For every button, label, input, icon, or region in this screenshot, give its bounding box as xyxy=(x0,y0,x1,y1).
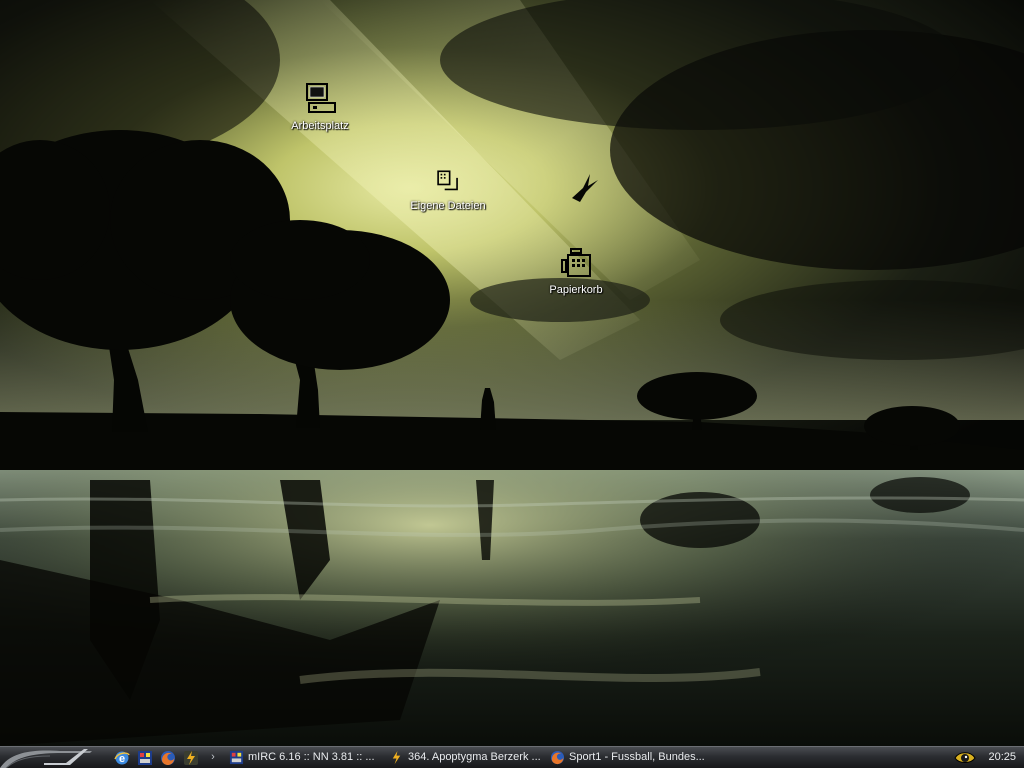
desktop[interactable]: Arbeitsplatz Eigene Dateien Papierkorb xyxy=(0,0,1024,746)
my-computer-icon xyxy=(306,83,336,113)
desktop-icon-eigene-dateien[interactable]: Eigene Dateien xyxy=(405,168,491,214)
mirc-icon xyxy=(229,750,244,765)
desktop-icon-papierkorb[interactable]: Papierkorb xyxy=(533,246,619,298)
clock[interactable]: 20:25 xyxy=(988,747,1016,768)
task-button-winamp[interactable]: 364. Apoptygma Berzerk ... xyxy=(386,748,546,767)
system-tray: 20:25 xyxy=(946,747,1024,768)
winamp-icon[interactable] xyxy=(183,750,199,766)
desktop-icon-arbeitsplatz[interactable]: Arbeitsplatz xyxy=(277,82,363,134)
desktop-icon-label: Papierkorb xyxy=(549,284,603,296)
my-documents-icon xyxy=(437,170,458,191)
task-button-firefox[interactable]: Sport1 - Fussball, Bundes... xyxy=(547,748,709,767)
task-button-label: mIRC 6.16 :: NN 3.81 :: ... xyxy=(248,751,375,763)
start-button[interactable] xyxy=(0,747,100,768)
firefox-icon xyxy=(550,750,565,765)
recycle-bin-icon xyxy=(561,248,591,277)
desktop-icon-label: Arbeitsplatz xyxy=(291,120,349,132)
wallpaper xyxy=(0,0,1024,746)
quick-launch-more-chevron[interactable]: › xyxy=(208,749,218,765)
taskbar: e › mIRC 6.16 :: NN 3.81 :: ... 364. Apo… xyxy=(0,746,1024,768)
task-button-label: Sport1 - Fussball, Bundes... xyxy=(569,751,705,763)
task-button-mirc[interactable]: mIRC 6.16 :: NN 3.81 :: ... xyxy=(226,748,384,767)
internet-explorer-icon[interactable]: e xyxy=(114,750,130,766)
winamp-icon xyxy=(392,750,401,765)
start-swoosh-icon xyxy=(0,749,92,768)
mirc-icon[interactable] xyxy=(137,750,153,766)
desktop-icon-label: Eigene Dateien xyxy=(410,200,486,212)
firefox-icon[interactable] xyxy=(160,750,176,766)
task-button-label: 364. Apoptygma Berzerk ... xyxy=(408,751,541,763)
eye-tray-icon[interactable] xyxy=(954,749,976,766)
